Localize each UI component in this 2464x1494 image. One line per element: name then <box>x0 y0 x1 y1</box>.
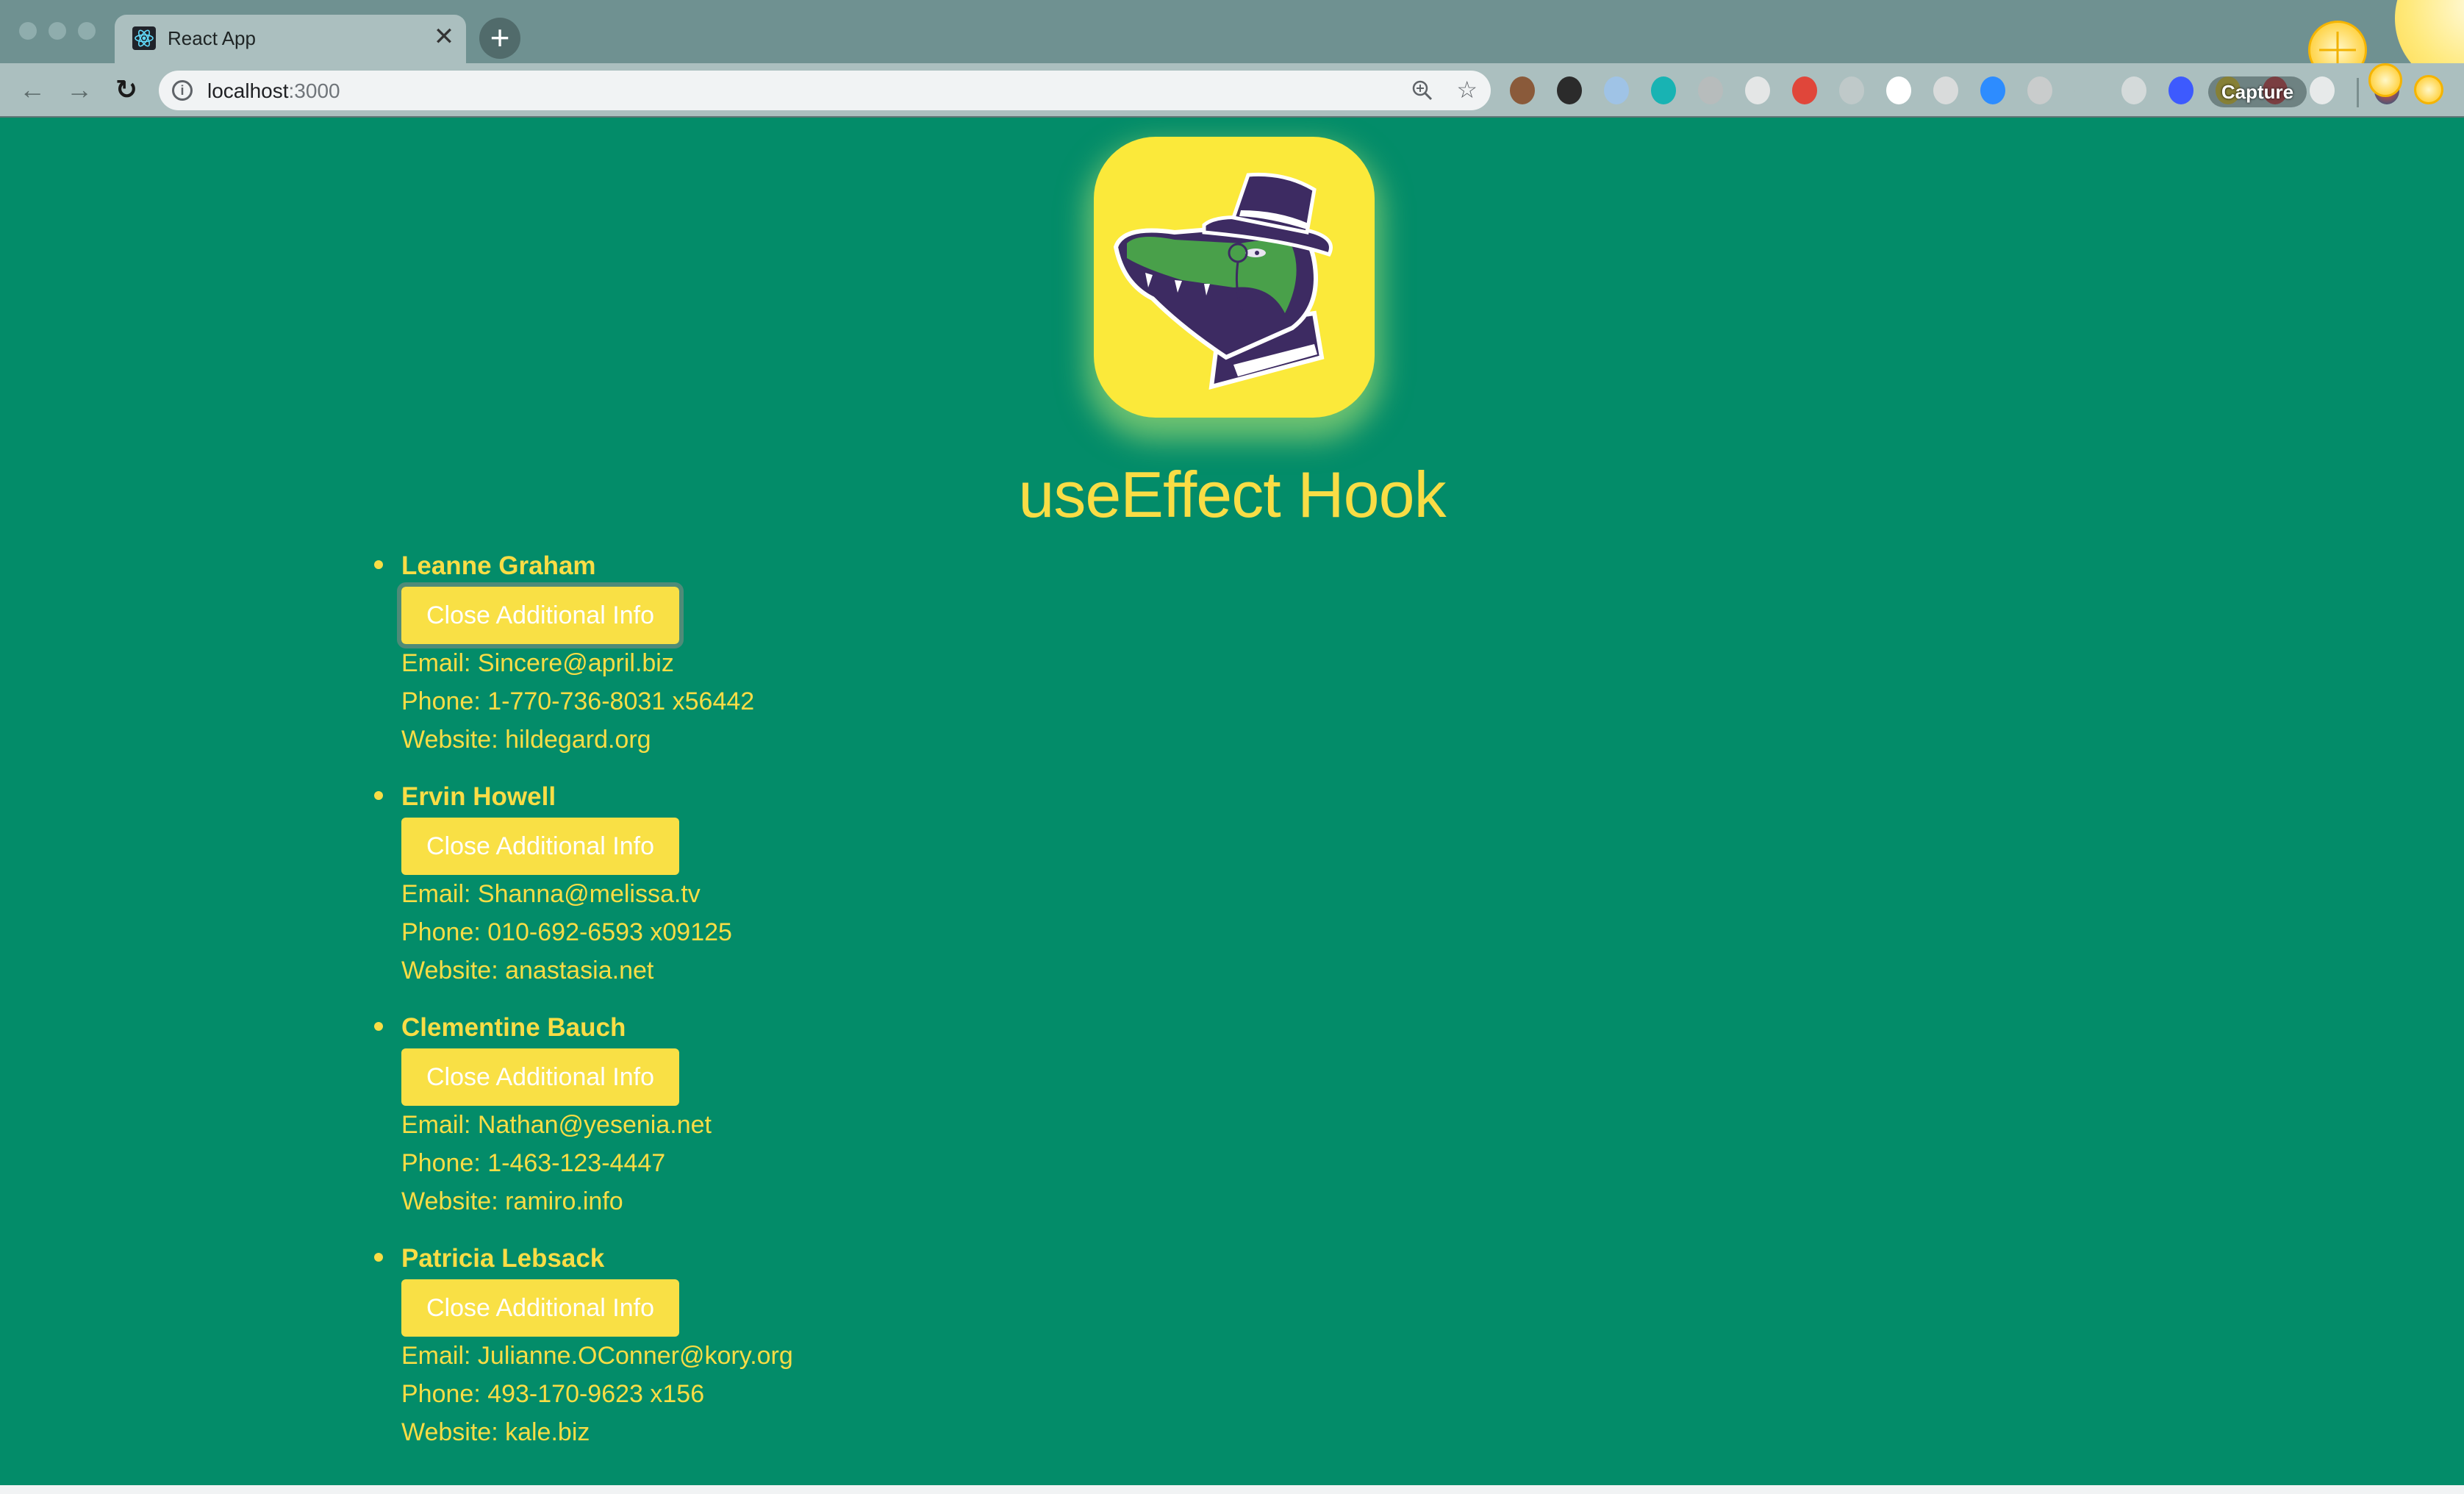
command-key-extension-icon[interactable] <box>1698 76 1723 104</box>
browser-tab-strip: React App ✕ + <box>0 0 2464 88</box>
outlet-extension-icon[interactable] <box>2027 76 2052 104</box>
window-maximize-dot[interactable] <box>78 22 96 40</box>
window-minimize-dot[interactable] <box>49 22 66 40</box>
react-logo-icon <box>132 26 156 50</box>
user-name: Leanne Graham <box>401 551 596 580</box>
ghost-face-extension-icon[interactable] <box>2310 76 2335 104</box>
blue-swirl-extension-icon[interactable] <box>1604 76 1629 104</box>
forward-arrow-icon[interactable]: → <box>65 75 94 104</box>
window-close-dot[interactable] <box>19 22 37 40</box>
plane-extension-icon[interactable] <box>2074 76 2099 104</box>
user-website: Website: hildegard.org <box>401 726 651 754</box>
user-email: Email: Sincere@april.biz <box>401 649 674 677</box>
circle-target-extension-icon[interactable] <box>2121 76 2146 104</box>
browser-toolbar: ← → ↻ i localhost:3000 ☆ Capture <box>0 63 2464 118</box>
url-text[interactable]: localhost:3000 <box>207 79 340 103</box>
user-phone: Phone: 010-692-6593 x09125 <box>401 918 732 946</box>
green-battery-extension-icon[interactable] <box>1557 76 1582 104</box>
eye-extension-icon[interactable] <box>1886 76 1911 104</box>
user-email: Email: Nathan@yesenia.net <box>401 1111 712 1139</box>
reload-icon[interactable]: ↻ <box>112 75 141 104</box>
page-title: useEffect Hook <box>1018 458 1446 531</box>
teal-m-extension-icon[interactable] <box>1651 76 1676 104</box>
white-oval-extension-icon[interactable] <box>1933 76 1958 104</box>
new-tab-button[interactable]: + <box>479 18 520 59</box>
user-phone: Phone: 1-770-736-8031 x56442 <box>401 687 755 715</box>
back-arrow-icon[interactable]: ← <box>18 75 47 104</box>
url-host: localhost <box>207 79 289 102</box>
user-list-item: Ervin Howell Close Additional Info Email… <box>374 779 793 990</box>
browser-tab-active[interactable]: React App ✕ <box>115 15 466 63</box>
alligator-top-hat-logo <box>1094 137 1375 418</box>
close-additional-info-button[interactable]: Close Additional Info <box>401 818 679 875</box>
site-info-icon[interactable]: i <box>172 80 193 101</box>
tab-title: React App <box>168 27 256 49</box>
url-port: :3000 <box>288 79 340 102</box>
user-website: Website: kale.biz <box>401 1418 590 1446</box>
list-bullet <box>374 1022 383 1031</box>
cookie-extension-icon[interactable] <box>1510 76 1535 104</box>
user-website: Website: anastasia.net <box>401 957 654 984</box>
zoom-icon[interactable] <box>1411 79 1433 101</box>
moon-extension-icon[interactable] <box>1745 76 1770 104</box>
list-bullet <box>374 791 383 800</box>
close-additional-info-button[interactable]: Close Additional Info <box>397 582 684 648</box>
list-bullet <box>374 1253 383 1262</box>
capture-settings-gear-icon[interactable] <box>2414 75 2443 104</box>
user-website: Website: ramiro.info <box>401 1187 623 1215</box>
user-name: Patricia Lebsack <box>401 1244 605 1273</box>
app-page: useEffect Hook Leanne Graham Close Addit… <box>0 118 2464 1485</box>
user-email: Email: Julianne.OConner@kory.org <box>401 1342 793 1370</box>
close-additional-info-button[interactable]: Close Additional Info <box>401 1048 679 1106</box>
user-list-item: Leanne Graham Close Additional Info Emai… <box>374 548 793 759</box>
address-bar[interactable]: i localhost:3000 ☆ <box>159 71 1491 110</box>
tab-close-icon[interactable]: ✕ <box>431 24 457 50</box>
lighthouse-extension-icon[interactable] <box>2168 76 2193 104</box>
close-additional-info-button[interactable]: Close Additional Info <box>401 1279 679 1337</box>
bookmark-star-icon[interactable]: ☆ <box>1456 76 1478 103</box>
faded-extension-icon[interactable] <box>1839 76 1864 104</box>
zoom-video-extension-icon[interactable] <box>1980 76 2005 104</box>
user-list-item: Clementine Bauch Close Additional Info E… <box>374 1010 793 1220</box>
user-phone: Phone: 1-463-123-4447 <box>401 1149 666 1177</box>
capture-image-icon[interactable] <box>2368 63 2402 97</box>
user-name: Clementine Bauch <box>401 1013 626 1042</box>
list-bullet <box>374 560 383 569</box>
user-email: Email: Shanna@melissa.tv <box>401 880 701 908</box>
user-list: Leanne Graham Close Additional Info Emai… <box>374 548 793 1472</box>
capture-button[interactable]: Capture <box>2208 76 2307 107</box>
user-phone: Phone: 493-170-9623 x156 <box>401 1380 705 1408</box>
user-name: Ervin Howell <box>401 782 556 811</box>
user-list-item: Patricia Lebsack Close Additional Info E… <box>374 1241 793 1451</box>
page-bottom-edge <box>0 1485 2464 1494</box>
red-react-extension-icon[interactable] <box>1792 76 1817 104</box>
toolbar-separator <box>2357 78 2359 107</box>
